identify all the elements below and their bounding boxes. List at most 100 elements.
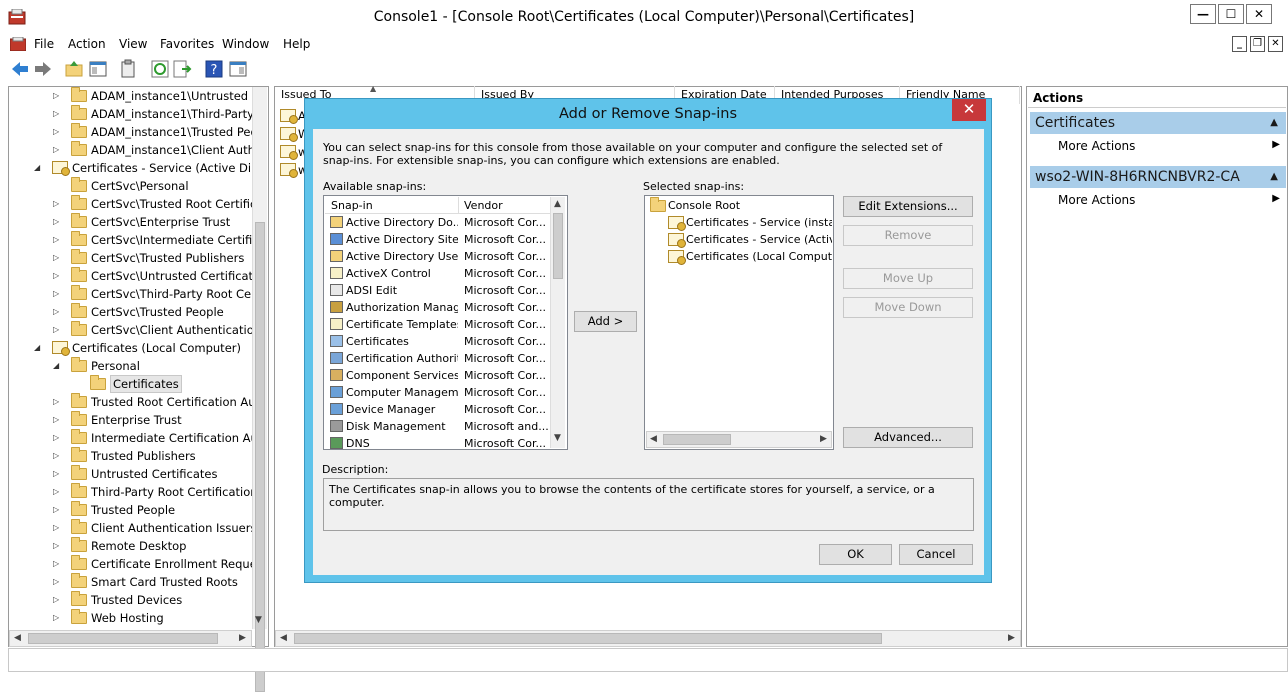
snapin-column-header[interactable]: Snap-in: [325, 197, 459, 214]
tree-item[interactable]: ▷ Trusted Devices: [10, 591, 252, 609]
tree-item[interactable]: ▷ Remote Desktop: [10, 537, 252, 555]
more-actions-item[interactable]: More Actions ▶: [1058, 139, 1280, 153]
collapsed-caret-icon[interactable]: ▷: [53, 555, 59, 573]
collapsed-caret-icon[interactable]: ▷: [53, 303, 59, 321]
collapsed-caret-icon[interactable]: ▷: [53, 321, 59, 339]
more-actions-item[interactable]: More Actions ▶: [1058, 193, 1280, 207]
selected-snapin-row[interactable]: Certificates - Service (Active Di: [666, 231, 832, 248]
available-snapin-row[interactable]: Disk Management Microsoft and...: [326, 418, 548, 435]
available-snapin-row[interactable]: Certificates Microsoft Cor...: [326, 333, 548, 350]
collapsed-caret-icon[interactable]: ▷: [53, 591, 59, 609]
mdi-minimize-button[interactable]: _: [1232, 36, 1247, 52]
tree-item[interactable]: ▷ Third-Party Root Certification Aut: [10, 483, 252, 501]
tree-item[interactable]: ▷ CertSvc\Intermediate Certification: [10, 231, 252, 249]
collapse-arrow-icon[interactable]: ▲: [1270, 112, 1278, 134]
tree-item[interactable]: ▷ Certificate Enrollment Requests: [10, 555, 252, 573]
available-scroll-up-arrow[interactable]: ▲: [554, 199, 561, 209]
collapsed-caret-icon[interactable]: ▷: [53, 249, 59, 267]
actions-section[interactable]: Certificates ▲: [1030, 112, 1286, 134]
back-arrow-icon[interactable]: [10, 59, 30, 79]
tree-item[interactable]: ▷ CertSvc\Client Authentication Issu: [10, 321, 252, 339]
collapsed-caret-icon[interactable]: ▷: [53, 429, 59, 447]
available-snapin-row[interactable]: Certification Authority Microsoft Cor...: [326, 350, 548, 367]
collapsed-caret-icon[interactable]: ▷: [53, 609, 59, 627]
tree-vertical-scrollbar[interactable]: [252, 87, 267, 692]
collapsed-caret-icon[interactable]: ▷: [53, 123, 59, 141]
tree-item[interactable]: ▷ ADAM_instance1\Trusted People: [10, 123, 252, 141]
collapse-arrow-icon[interactable]: ▲: [1270, 166, 1278, 188]
forward-arrow-icon[interactable]: [33, 59, 53, 79]
collapsed-caret-icon[interactable]: ▷: [53, 87, 59, 105]
menu-action[interactable]: Action: [68, 37, 106, 51]
collapsed-caret-icon[interactable]: ▷: [53, 285, 59, 303]
tree-item[interactable]: ◢ Certificates - Service (Active Director…: [10, 159, 252, 177]
collapsed-caret-icon[interactable]: ▷: [53, 465, 59, 483]
expanded-caret-icon[interactable]: ◢: [53, 357, 59, 375]
tree-item[interactable]: ▷ Trusted Root Certification Authori: [10, 393, 252, 411]
list-hscroll-thumb[interactable]: [294, 633, 882, 644]
move-up-button[interactable]: Move Up: [843, 268, 973, 289]
available-scroll-down-arrow[interactable]: ▼: [554, 433, 561, 443]
advanced-button[interactable]: Advanced...: [843, 427, 973, 448]
menu-favorites[interactable]: Favorites: [160, 37, 214, 51]
menu-file[interactable]: File: [34, 37, 54, 51]
tree-item[interactable]: ▷ ADAM_instance1\Third-Party Roo: [10, 105, 252, 123]
available-snapin-row[interactable]: DNS Microsoft Cor...: [326, 435, 548, 452]
dialog-close-button[interactable]: ✕: [952, 99, 986, 121]
show-hide-action-pane-icon[interactable]: [228, 59, 248, 79]
available-snapin-row[interactable]: ActiveX Control Microsoft Cor...: [326, 265, 548, 282]
export-list-icon[interactable]: [172, 59, 192, 79]
selected-scroll-left-arrow[interactable]: ◀: [650, 434, 657, 444]
tree-item[interactable]: ▷ Intermediate Certification Authori: [10, 429, 252, 447]
menu-help[interactable]: Help: [283, 37, 310, 51]
tree-item[interactable]: ▷ Smart Card Trusted Roots: [10, 573, 252, 591]
vendor-column-header[interactable]: Vendor: [459, 197, 550, 214]
tree-item[interactable]: ▷ Web Hosting: [10, 609, 252, 627]
available-snapin-row[interactable]: Device Manager Microsoft Cor...: [326, 401, 548, 418]
tree-item[interactable]: ▷ CertSvc\Trusted People: [10, 303, 252, 321]
collapsed-caret-icon[interactable]: ▷: [53, 195, 59, 213]
available-snapin-row[interactable]: Computer Managem... Microsoft Cor...: [326, 384, 548, 401]
refresh-icon[interactable]: [150, 59, 170, 79]
tree-item[interactable]: CertSvc\Personal: [10, 177, 252, 195]
edit-extensions-button[interactable]: Edit Extensions...: [843, 196, 973, 217]
collapsed-caret-icon[interactable]: ▷: [53, 411, 59, 429]
selected-horizontal-scrollbar[interactable]: ◀ ▶: [646, 431, 832, 448]
cancel-button[interactable]: Cancel: [899, 544, 973, 565]
show-hide-tree-icon[interactable]: [88, 59, 108, 79]
collapsed-caret-icon[interactable]: ▷: [53, 213, 59, 231]
menu-view[interactable]: View: [119, 37, 147, 51]
selected-snapin-row[interactable]: Certificates - Service (instance1: [666, 214, 832, 231]
tree-item[interactable]: ▷ Untrusted Certificates: [10, 465, 252, 483]
selected-snapin-row[interactable]: Certificates (Local Computer): [666, 248, 832, 265]
tree-item[interactable]: ▷ CertSvc\Trusted Publishers: [10, 249, 252, 267]
available-scroll-thumb[interactable]: [553, 213, 563, 279]
tree-item[interactable]: ◢ Certificates (Local Computer): [10, 339, 252, 357]
tree-horizontal-scrollbar[interactable]: ◀ ▶: [9, 630, 252, 647]
available-snapin-row[interactable]: Active Directory Use... Microsoft Cor...: [326, 248, 548, 265]
collapsed-caret-icon[interactable]: ▷: [53, 519, 59, 537]
tree-item[interactable]: ▷ ADAM_instance1\Client Authentic: [10, 141, 252, 159]
collapsed-caret-icon[interactable]: ▷: [53, 393, 59, 411]
tree-scroll-right-arrow[interactable]: ▶: [239, 633, 246, 643]
available-snapin-row[interactable]: Active Directory Do... Microsoft Cor...: [326, 214, 548, 231]
mdi-restore-button[interactable]: ❐: [1250, 36, 1265, 52]
expanded-caret-icon[interactable]: ◢: [34, 339, 40, 357]
tree-item[interactable]: ▷ CertSvc\Untrusted Certificates: [10, 267, 252, 285]
up-folder-icon[interactable]: [64, 59, 84, 79]
window-minimize-button[interactable]: —: [1190, 4, 1216, 24]
available-snapin-row[interactable]: Active Directory Site... Microsoft Cor...: [326, 231, 548, 248]
tree-scroll-down-arrow[interactable]: ▼: [255, 615, 262, 625]
available-snapin-row[interactable]: ADSI Edit Microsoft Cor...: [326, 282, 548, 299]
available-snapin-row[interactable]: Certificate Templates Microsoft Cor...: [326, 316, 548, 333]
expanded-caret-icon[interactable]: ◢: [34, 159, 40, 177]
available-snapin-row[interactable]: Authorization Manager Microsoft Cor...: [326, 299, 548, 316]
tree-item[interactable]: ◢ Personal: [10, 357, 252, 375]
mdi-close-button[interactable]: ✕: [1268, 36, 1283, 52]
collapsed-caret-icon[interactable]: ▷: [53, 267, 59, 285]
tree-item[interactable]: ▷ Trusted People: [10, 501, 252, 519]
list-scroll-right-arrow[interactable]: ▶: [1008, 633, 1015, 643]
tree-item[interactable]: ▷ Client Authentication Issuers: [10, 519, 252, 537]
tree-scroll-left-arrow[interactable]: ◀: [14, 633, 21, 643]
add-snapin-button[interactable]: Add >: [574, 311, 637, 332]
